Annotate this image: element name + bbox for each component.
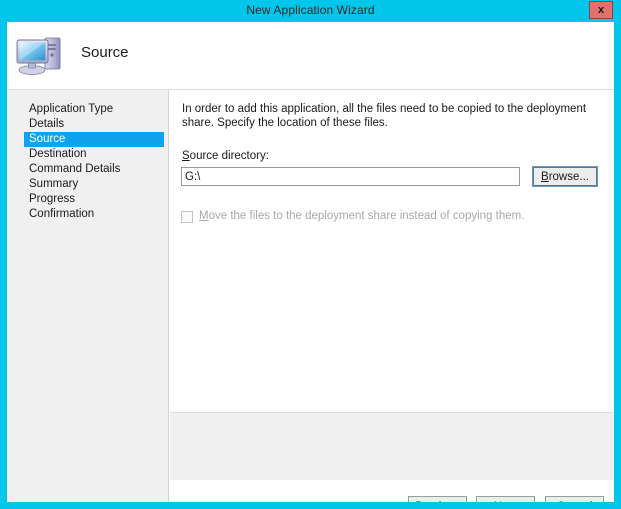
sidebar-item-details[interactable]: Details [24, 117, 164, 132]
sidebar-item-progress[interactable]: Progress [24, 192, 164, 207]
sidebar-item-confirmation[interactable]: Confirmation [24, 207, 164, 222]
sidebar-item-destination[interactable]: Destination [24, 147, 164, 162]
computer-monitor-icon [14, 32, 70, 80]
sidebar-item-summary[interactable]: Summary [24, 177, 164, 192]
footer-bar [170, 412, 614, 480]
move-files-label: Move the files to the deployment share i… [199, 210, 524, 222]
source-accelerator: S [182, 150, 190, 162]
move-files-checkbox [181, 211, 193, 223]
browse-label-rest: rowse... [548, 170, 589, 183]
source-directory-input[interactable] [181, 167, 520, 186]
sidebar-item-source[interactable]: Source [24, 132, 164, 147]
next-label-rest: xt [508, 501, 517, 503]
title-bar: New Application Wizard x [0, 0, 621, 22]
next-label-pre: N [494, 501, 502, 503]
wizard-window: New Application Wizard x Source Applicat… [0, 0, 621, 509]
source-label-rest: ource directory: [189, 150, 269, 162]
wizard-steps-list: Application Type Details Source Destinat… [7, 90, 168, 222]
source-directory-label: Source directory: [182, 150, 269, 162]
next-button[interactable]: Next [476, 496, 535, 502]
browse-accelerator: B [541, 170, 549, 183]
move-label-rest: ove the files to the deployment share in… [208, 210, 525, 222]
sidebar-item-command-details[interactable]: Command Details [24, 162, 164, 177]
cancel-accelerator: C [557, 501, 565, 503]
previous-button[interactable]: Previous [408, 496, 467, 502]
previous-accelerator: P [415, 501, 423, 503]
page-header: Source [7, 22, 614, 90]
move-accelerator: M [199, 210, 209, 222]
cancel-label-rest: ancel [565, 501, 593, 503]
page-title: Source [81, 44, 129, 61]
window-title: New Application Wizard [246, 3, 375, 17]
cancel-button[interactable]: Cancel [545, 496, 604, 502]
sidebar-item-application-type[interactable]: Application Type [24, 102, 164, 117]
instruction-text: In order to add this application, all th… [182, 103, 587, 129]
close-icon[interactable]: x [589, 1, 613, 19]
wizard-steps-sidebar: Application Type Details Source Destinat… [7, 90, 169, 502]
window-body: Source Application Type Details Source D… [7, 22, 614, 502]
previous-label-rest: revious [423, 501, 460, 503]
browse-button[interactable]: Browse... [532, 166, 598, 187]
